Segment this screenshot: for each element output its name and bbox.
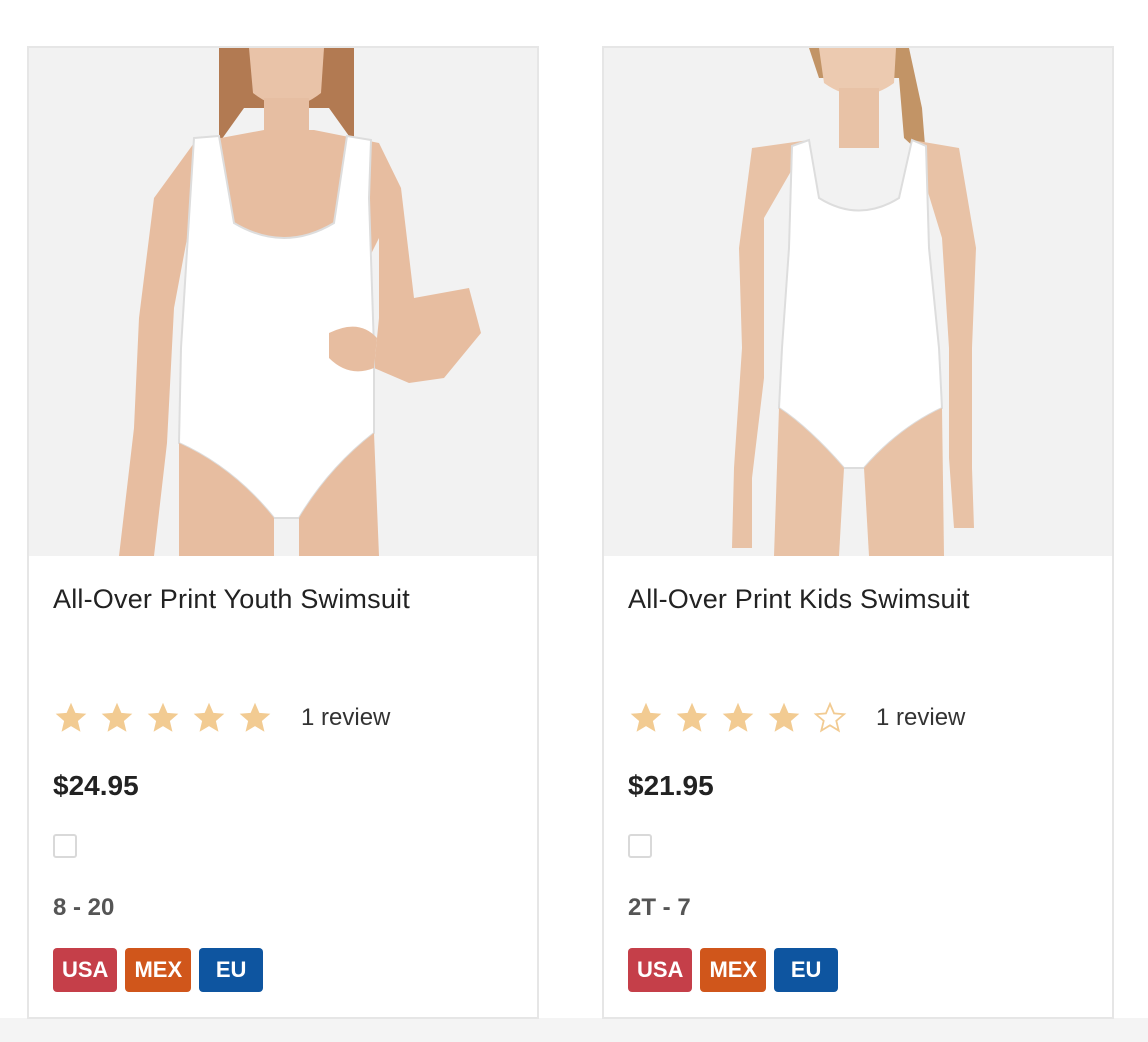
product-rating[interactable]: 1 review [628,698,965,738]
product-price: $24.95 [53,770,139,801]
size-range: 2T - 7 [628,894,691,921]
star-filled-icon [237,700,273,736]
product-image[interactable] [29,48,537,556]
region-badge-mex: MEX [700,948,767,992]
review-count-link[interactable]: 1 review [301,704,390,732]
fulfillment-regions: USA MEX EU [53,948,271,992]
size-range: 8 - 20 [53,894,115,921]
region-badge-mex: MEX [125,948,192,992]
region-badge-usa: USA [628,948,693,992]
product-price: $21.95 [628,770,714,801]
product-rating[interactable]: 1 review [53,698,390,738]
star-filled-icon [145,700,181,736]
product-title[interactable]: All-Over Print Youth Swimsuit [53,584,410,615]
star-rating [628,700,858,736]
product-card[interactable]: All-Over Print Youth Swimsuit 1 review $… [27,46,539,1019]
fulfillment-regions: USA MEX EU [628,948,846,992]
region-badge-usa: USA [53,948,118,992]
star-filled-icon [674,700,710,736]
compare-checkbox[interactable] [53,834,77,858]
product-image-photo [604,48,1112,556]
region-badge-eu: EU [774,948,839,992]
region-badge-eu: EU [199,948,264,992]
star-filled-icon [720,700,756,736]
page-footer-strip [0,1018,1148,1042]
product-card[interactable]: All-Over Print Kids Swimsuit 1 review $2… [602,46,1114,1019]
star-filled-icon [766,700,802,736]
star-filled-icon [53,700,89,736]
review-count-link[interactable]: 1 review [876,704,965,732]
product-image[interactable] [604,48,1112,556]
star-filled-icon [628,700,664,736]
star-filled-icon [191,700,227,736]
star-rating [53,700,283,736]
star-empty-icon [812,700,848,736]
compare-checkbox[interactable] [628,834,652,858]
star-filled-icon [99,700,135,736]
product-image-photo [29,48,537,556]
product-title[interactable]: All-Over Print Kids Swimsuit [628,584,970,615]
